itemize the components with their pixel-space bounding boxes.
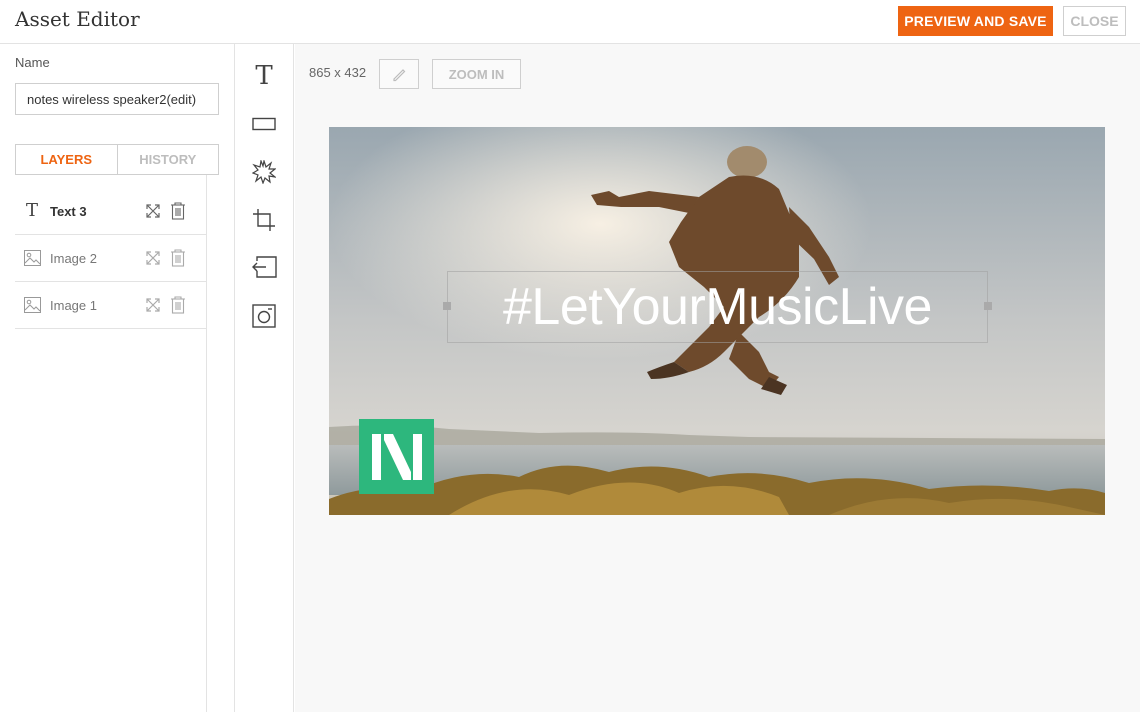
trash-icon[interactable]	[170, 296, 186, 314]
layer-item-image-2[interactable]: Image 2	[15, 235, 206, 282]
layer-name: Image 1	[50, 298, 97, 313]
n-logo-mark	[371, 433, 422, 480]
brand-logo[interactable]	[359, 419, 434, 494]
expand-icon[interactable]	[145, 297, 161, 313]
trash-icon[interactable]	[170, 249, 186, 267]
header-bar: Asset Editor PREVIEW AND SAVE CLOSE	[0, 0, 1140, 44]
layer-name: Text 3	[50, 204, 87, 219]
layer-list: T Text 3 Image 2 Image 1	[15, 188, 206, 329]
tab-history[interactable]: HISTORY	[118, 145, 219, 174]
name-label: Name	[15, 55, 50, 70]
pencil-icon	[393, 69, 406, 82]
headline-text-layer[interactable]: #LetYourMusicLive	[443, 271, 992, 343]
tab-layers[interactable]: LAYERS	[16, 145, 118, 174]
resize-handle-right[interactable]	[984, 302, 992, 310]
app-title: Asset Editor	[15, 7, 140, 31]
artboard-canvas[interactable]: #LetYourMusicLive	[329, 127, 1105, 515]
crop-icon[interactable]	[250, 206, 278, 234]
canvas-area: 865 x 432 ZOOM IN #LetYourMusicLive	[295, 44, 1140, 712]
tool-column: T	[236, 44, 294, 712]
rectangle-tool-icon[interactable]	[250, 110, 278, 138]
trash-icon[interactable]	[170, 202, 186, 220]
left-panel: Name LAYERS HISTORY T Text 3 Image 2	[0, 44, 235, 712]
layer-item-image-1[interactable]: Image 1	[15, 282, 206, 329]
layer-name: Image 2	[50, 251, 97, 266]
image-layer-icon	[23, 249, 41, 267]
canvas-dimensions: 865 x 432	[309, 65, 367, 80]
preview-and-save-button[interactable]: PREVIEW AND SAVE	[898, 6, 1053, 36]
close-button[interactable]: CLOSE	[1063, 6, 1126, 36]
text-tool-icon[interactable]: T	[250, 62, 278, 90]
resize-handle-left[interactable]	[443, 302, 451, 310]
text-layer-icon: T	[25, 200, 38, 221]
image-layer-icon	[23, 296, 41, 314]
expand-icon[interactable]	[145, 250, 161, 266]
burst-shape-icon[interactable]	[250, 158, 278, 186]
import-image-icon[interactable]	[250, 253, 278, 281]
edit-dimensions-button[interactable]	[379, 59, 419, 89]
headline-text: #LetYourMusicLive	[503, 278, 932, 336]
layers-scrollbar[interactable]	[206, 175, 207, 712]
asset-name-input[interactable]	[15, 83, 219, 115]
expand-icon[interactable]	[145, 203, 161, 219]
photo-icon[interactable]	[250, 302, 278, 330]
panel-tabs: LAYERS HISTORY	[15, 144, 219, 175]
zoom-in-button[interactable]: ZOOM IN	[432, 59, 521, 89]
layer-item-text-3[interactable]: T Text 3	[15, 188, 206, 235]
